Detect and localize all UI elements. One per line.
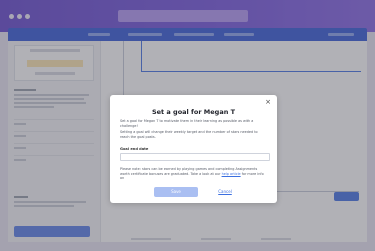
save-button[interactable]: Save <box>154 187 198 197</box>
goal-end-date-input[interactable] <box>120 153 270 161</box>
help-article-link[interactable]: help article <box>222 172 241 176</box>
cancel-button[interactable]: Cancel <box>214 187 236 197</box>
dialog-intro-text: Set a goal for Megan T to motivate them … <box>120 119 254 128</box>
dialog-help-text: Please note: stars can be earned by play… <box>120 167 268 181</box>
dialog-description-text: Setting a goal will change their weekly … <box>120 130 258 139</box>
goal-end-date-label: Goal end date <box>120 147 149 151</box>
close-icon[interactable]: × <box>265 99 271 106</box>
browser-window: × Set a goal for Megan T Set a goal for … <box>0 0 375 251</box>
dialog-title: Set a goal for Megan T <box>151 108 236 116</box>
set-goal-dialog: × Set a goal for Megan T Set a goal for … <box>110 95 277 203</box>
